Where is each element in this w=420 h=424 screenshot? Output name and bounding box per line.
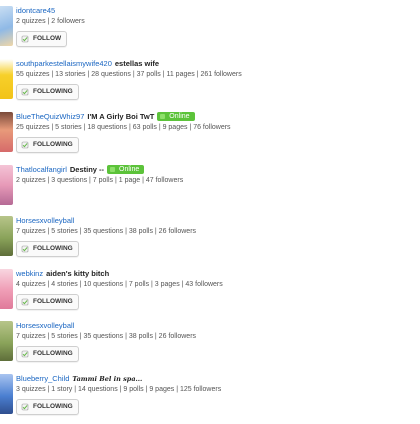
user-stats: 3 quizzes | 1 story | 14 questions | 9 p… bbox=[16, 386, 222, 393]
following-button[interactable]: FOLLOWING bbox=[16, 346, 79, 362]
list-item: Horsesxvolleyball 7 quizzes | 5 stories … bbox=[0, 321, 420, 371]
list-item: webkinz aiden's kitty bitch 4 quizzes | 4… bbox=[0, 269, 420, 319]
online-badge: Online bbox=[107, 165, 145, 174]
list-item: Thatlocalfangirl Destiny -- Online 2 quizz… bbox=[0, 165, 420, 215]
username-link[interactable]: Thatlocalfangirl bbox=[16, 165, 67, 174]
avatar[interactable] bbox=[0, 59, 13, 99]
following-button[interactable]: FOLLOWING bbox=[16, 399, 79, 415]
following-button-label: FOLLOWING bbox=[33, 141, 73, 148]
username-link[interactable]: southparkestellaismywife420 bbox=[16, 59, 112, 68]
following-icon bbox=[21, 403, 29, 411]
online-badge: Online bbox=[157, 112, 195, 121]
list-item: southparkestellaismywife420 estellas wife… bbox=[0, 59, 420, 109]
avatar[interactable] bbox=[0, 216, 13, 256]
user-title: estellas wife bbox=[114, 59, 160, 68]
user-stats: 25 quizzes | 5 stories | 18 questions | … bbox=[16, 124, 231, 131]
username-link[interactable]: webkinz bbox=[16, 269, 43, 278]
following-button[interactable]: FOLLOWING bbox=[16, 84, 79, 100]
list-item: Blueberry_Child Tammi Bel in spa... 3 qui… bbox=[0, 374, 420, 424]
user-stats: 7 quizzes | 5 stories | 35 questions | 3… bbox=[16, 228, 197, 235]
avatar[interactable] bbox=[0, 321, 13, 361]
username-link[interactable]: Horsesxvolleyball bbox=[16, 321, 74, 330]
following-button-label: FOLLOWING bbox=[33, 350, 73, 357]
following-button-label: FOLLOWING bbox=[33, 298, 73, 305]
list-item: idontcare45 2 quizzes | 2 followers FOLL… bbox=[0, 6, 420, 56]
following-button[interactable]: FOLLOWING bbox=[16, 137, 79, 153]
username-link[interactable]: Blueberry_Child bbox=[16, 374, 69, 383]
follow-button[interactable]: FOLLOW bbox=[16, 31, 68, 47]
avatar[interactable] bbox=[0, 374, 13, 414]
following-button-label: FOLLOWING bbox=[33, 245, 73, 252]
following-icon bbox=[21, 245, 29, 253]
following-icon bbox=[21, 298, 29, 306]
list-item: BlueTheQuizWhiz97 I'M A Girly Boi TwT Onli… bbox=[0, 112, 420, 162]
following-button-label: FOLLOWING bbox=[33, 403, 73, 410]
online-icon bbox=[160, 114, 166, 119]
user-title: I'M A Girly Boi TwT bbox=[87, 112, 155, 121]
user-title: Tammi Bel in spa... bbox=[72, 375, 143, 383]
following-button[interactable]: FOLLOWING bbox=[16, 294, 79, 310]
avatar[interactable] bbox=[0, 269, 13, 309]
following-icon bbox=[21, 350, 29, 358]
user-list: idontcare45 2 quizzes | 2 followers FOLL… bbox=[0, 0, 420, 420]
follow-icon bbox=[21, 35, 29, 43]
username-link[interactable]: idontcare45 bbox=[16, 6, 55, 15]
avatar[interactable] bbox=[0, 165, 13, 205]
avatar[interactable] bbox=[0, 6, 13, 46]
username-link[interactable]: Horsesxvolleyball bbox=[16, 216, 74, 225]
user-stats: 2 quizzes | 3 questions | 7 polls | 1 pa… bbox=[16, 177, 184, 184]
user-stats: 7 quizzes | 5 stories | 35 questions | 3… bbox=[16, 333, 197, 340]
following-icon bbox=[21, 88, 29, 96]
following-icon bbox=[21, 141, 29, 149]
online-icon bbox=[110, 167, 116, 172]
user-title: Destiny -- bbox=[69, 165, 105, 174]
following-button-label: FOLLOWING bbox=[33, 88, 73, 95]
user-stats: 55 quizzes | 13 stories | 28 questions |… bbox=[16, 71, 242, 78]
avatar[interactable] bbox=[0, 112, 13, 152]
follow-button-label: FOLLOW bbox=[33, 35, 62, 42]
following-button[interactable]: FOLLOWING bbox=[16, 241, 79, 257]
username-link[interactable]: BlueTheQuizWhiz97 bbox=[16, 112, 84, 121]
user-stats: 2 quizzes | 2 followers bbox=[16, 18, 85, 25]
list-item: Horsesxvolleyball 7 quizzes | 5 stories … bbox=[0, 216, 420, 266]
user-stats: 4 quizzes | 4 stories | 10 questions | 7… bbox=[16, 281, 223, 288]
user-title: aiden's kitty bitch bbox=[46, 269, 110, 278]
